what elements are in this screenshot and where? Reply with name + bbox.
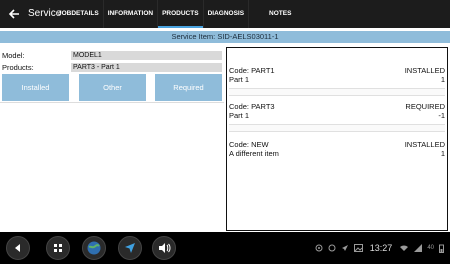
back-arrow-icon[interactable] [6,6,22,22]
globe-icon[interactable] [82,236,106,260]
installed-button[interactable]: Installed [2,74,69,101]
wifi-icon [400,245,409,251]
navigation-icon[interactable] [118,236,142,260]
products-label: Products: [2,63,34,72]
other-button[interactable]: Other [79,74,146,101]
target-icon [315,244,323,252]
list-item[interactable]: Code: NEW INSTALLED A different item 1 [229,140,445,158]
tab-jobdetails[interactable]: JOBDETAILS [54,0,103,28]
item-quantity: -1 [438,111,445,120]
item-code: Code: PART3 [229,102,275,111]
model-field[interactable]: MODEL1 [71,51,222,60]
products-field[interactable]: PART3 - Part 1 [71,63,222,72]
divider [0,102,224,103]
system-nav-bar: 13:27 40 [0,232,450,264]
item-name: Part 1 [229,75,250,84]
service-item-header: Service Item: SID-AELS03011-1 [0,31,450,43]
circle-icon [328,244,336,252]
item-status: INSTALLED [404,66,445,75]
status-bar: 13:27 40 [315,232,444,264]
item-status: REQUIRED [405,102,445,111]
item-code: Code: PART1 [229,66,275,75]
clock: 13:27 [369,243,393,253]
battery-icon [439,244,444,253]
items-list: Code: PART1 INSTALLED Part 1 1 Code: PAR… [226,47,448,231]
item-quantity: 1 [440,149,445,158]
model-label: Model: [2,51,25,60]
tab-bar: JOBDETAILS INFORMATION PRODUCTS DIAGNOSI… [54,0,295,28]
tab-diagnosis[interactable]: DIAGNOSIS [204,0,248,28]
volume-icon[interactable] [152,236,176,260]
item-name: A different item [229,149,279,158]
tab-information[interactable]: INFORMATION [104,0,157,28]
apps-icon[interactable] [46,236,70,260]
list-item[interactable]: Code: PART1 INSTALLED Part 1 1 [229,66,445,84]
tab-notes[interactable]: NOTES [265,0,295,28]
battery-level: 40 [427,245,434,251]
tab-products[interactable]: PRODUCTS [158,0,202,28]
signal-icon [414,244,423,252]
required-button[interactable]: Required [155,74,222,101]
list-divider [229,124,445,132]
product-form: Model: MODEL1 Products: PART3 - Part 1 I… [0,45,224,231]
item-code: Code: NEW [229,140,269,149]
item-name: Part 1 [229,111,250,120]
navigation-icon [341,245,348,251]
list-divider [229,88,445,96]
item-quantity: 1 [440,75,445,84]
app-bar: Service JOBDETAILS INFORMATION PRODUCTS … [0,0,450,28]
back-icon[interactable] [6,236,30,260]
item-status: INSTALLED [404,140,445,149]
image-icon [353,244,363,252]
list-item[interactable]: Code: PART3 REQUIRED Part 1 -1 [229,102,445,120]
